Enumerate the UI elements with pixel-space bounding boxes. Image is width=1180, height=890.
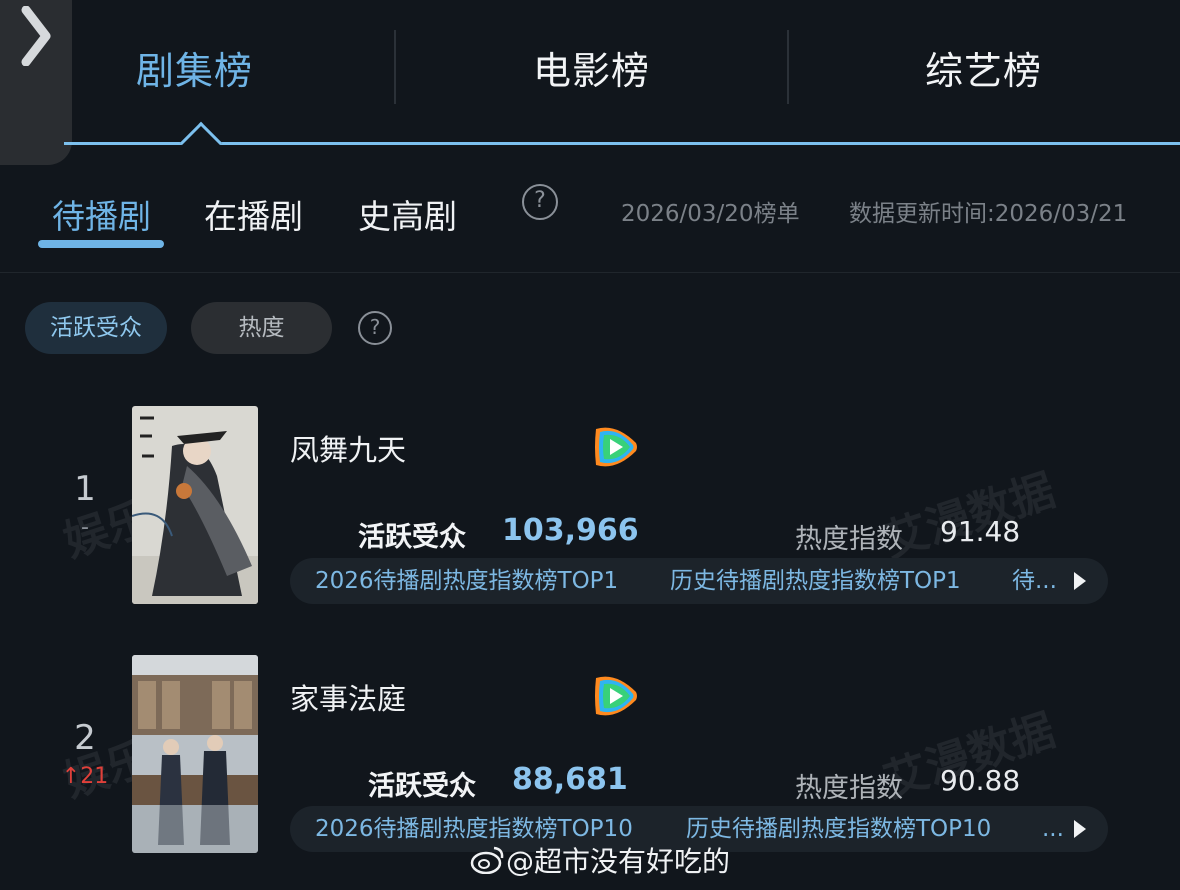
heat-index-label: 热度指数	[795, 524, 903, 555]
drama-title[interactable]: 家事法庭	[290, 676, 406, 718]
rank-change: -	[81, 515, 89, 540]
subtab-underline	[38, 240, 164, 248]
audience-value: 103,966	[502, 513, 639, 548]
top-tab-bar: 剧集榜 电影榜 综艺榜	[0, 0, 1180, 165]
ranking-tag: 2026待播剧热度指数榜TOP1	[315, 568, 619, 594]
ranking-tags[interactable]: 2026待播剧热度指数榜TOP1 历史待播剧热度指数榜TOP1 待...	[290, 558, 1108, 604]
ranking-tag: 历史待播剧热度指数榜TOP10	[686, 816, 992, 842]
rank-number: 2	[74, 718, 96, 758]
ranking-tag: ...	[1042, 816, 1064, 842]
audience-value: 88,681	[512, 762, 628, 797]
tab-series-chart[interactable]: 剧集榜	[136, 40, 253, 95]
rank-change: ↑21	[61, 764, 109, 789]
ranking-tag: 历史待播剧热度指数榜TOP1	[670, 568, 961, 594]
question-circle-icon[interactable]: ?	[358, 311, 392, 345]
play-arrow-icon[interactable]	[1074, 820, 1086, 838]
heat-index-label: 热度指数	[795, 773, 903, 804]
update-time: 数据更新时间:2026/03/21	[849, 201, 1128, 227]
tencent-video-icon	[590, 672, 640, 724]
subtab-all-time-high[interactable]: 史高剧	[358, 190, 457, 238]
weibo-icon	[470, 844, 506, 878]
list-date: 2026/03/20榜单	[621, 201, 800, 227]
subtab-upcoming[interactable]: 待播剧	[52, 190, 151, 238]
play-arrow-icon[interactable]	[1074, 572, 1086, 590]
list-item[interactable]: 1 - 凤舞九天 活跃受众 103,966 热度指数 91.48 2026待播剧…	[0, 405, 1180, 625]
poster-image[interactable]	[132, 406, 258, 604]
rank-number: 1	[74, 469, 96, 509]
audience-label: 活跃受众	[358, 522, 466, 553]
heat-index-value: 91.48	[940, 515, 1021, 548]
divider	[0, 272, 1180, 273]
audience-label: 活跃受众	[368, 771, 476, 802]
heat-index-value: 90.88	[940, 764, 1021, 797]
tab-divider	[787, 30, 789, 104]
question-circle-icon[interactable]: ?	[522, 184, 558, 220]
ranking-tag: 待...	[1012, 568, 1057, 594]
poster-image[interactable]	[132, 655, 258, 853]
filter-heat[interactable]: 热度	[191, 302, 332, 354]
tab-divider	[394, 30, 396, 104]
tab-indicator-line	[64, 142, 1180, 145]
weibo-handle: @超市没有好吃的	[506, 845, 731, 878]
tab-movie-chart[interactable]: 电影榜	[533, 40, 650, 95]
tab-variety-chart[interactable]: 综艺榜	[925, 40, 1042, 95]
filter-active-audience[interactable]: 活跃受众	[25, 302, 167, 354]
drama-title[interactable]: 凤舞九天	[290, 427, 406, 469]
subtab-airing[interactable]: 在播剧	[204, 190, 303, 238]
tencent-video-icon	[590, 423, 640, 475]
tab-indicator-notch	[179, 121, 223, 165]
